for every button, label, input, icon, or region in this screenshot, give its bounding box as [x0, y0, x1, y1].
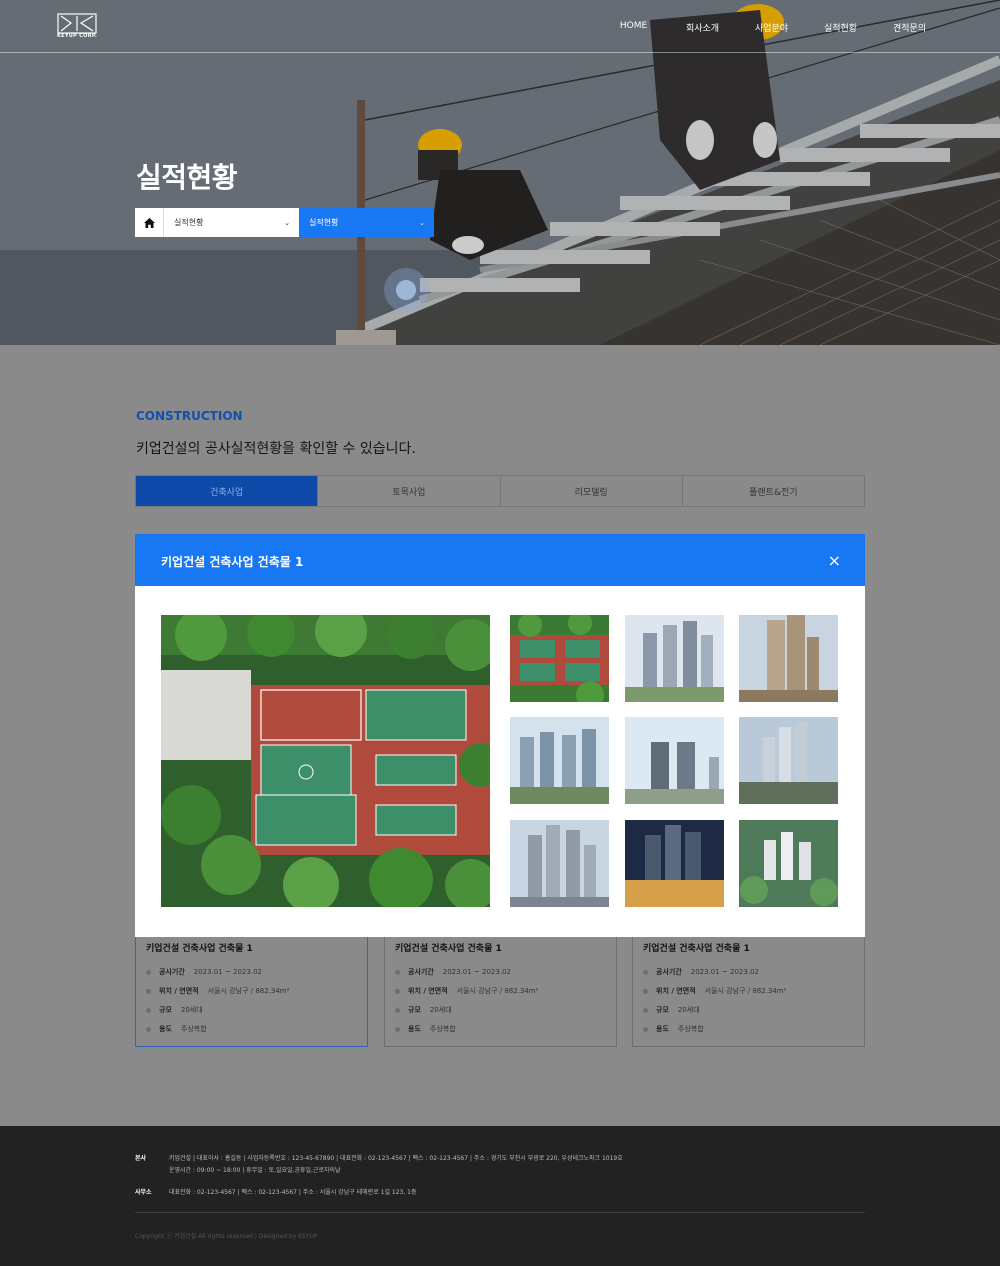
card-row-value: 20세대 [180, 1006, 203, 1014]
card-row: 위치 / 연면적 서울시 강남구 / 882.34m² [643, 986, 786, 996]
section-description: 키업건설의 공사실적현황을 확인할 수 있습니다. [136, 441, 416, 457]
card-row-value: 20세대 [677, 1006, 700, 1014]
card-row-key: 용도 [408, 1025, 421, 1033]
card-row-key: 규모 [159, 1006, 172, 1014]
breadcrumb: 실적현황 ⌄ 실적현황 ⌄ [135, 208, 434, 237]
tab-plant-electric[interactable]: 플랜트&전기 [683, 476, 864, 506]
home-icon [143, 217, 155, 228]
bullet-icon [146, 1007, 151, 1013]
card-row-value: 서울시 강남구 / 882.34m² [704, 987, 787, 995]
bullet-icon [395, 988, 400, 994]
bullet-icon [395, 1026, 400, 1032]
section-label: CONSTRUCTION [136, 409, 243, 423]
home-button[interactable] [135, 208, 164, 237]
breadcrumb-select-2-label: 실적현황 [309, 218, 339, 227]
close-icon[interactable]: × [828, 551, 841, 570]
gallery-thumbnail[interactable] [625, 820, 724, 907]
bullet-icon [643, 1007, 648, 1013]
card-row-key: 용도 [159, 1025, 172, 1033]
gallery-thumbnail[interactable] [510, 717, 609, 804]
nav-business[interactable]: 사업분야 [737, 21, 806, 34]
project-card-title: 키업건설 건축사업 건축물 1 [395, 944, 502, 954]
gallery-thumbnail[interactable] [739, 717, 838, 804]
bullet-icon [146, 988, 151, 994]
gallery-thumbnail[interactable] [625, 615, 724, 702]
footer-office-info: 대표전화 : 02-123-4567 | 팩스 : 02-123-4567 | … [169, 1189, 417, 1196]
card-row-value: 주상복합 [677, 1025, 704, 1033]
card-row: 규모 20세대 [643, 1005, 700, 1015]
bullet-icon [395, 969, 400, 975]
card-row: 규모 20세대 [395, 1005, 452, 1015]
card-row: 위치 / 연면적 서울시 강남구 / 882.34m² [146, 986, 289, 996]
modal-header: 키업건설 건축사업 건축물 1 × [135, 534, 865, 586]
card-row: 규모 20세대 [146, 1005, 203, 1015]
card-row: 공사기간 2023.01 ~ 2023.02 [643, 967, 759, 977]
card-row: 용도 주상복합 [146, 1024, 207, 1034]
breadcrumb-select-1[interactable]: 실적현황 ⌄ [164, 208, 299, 237]
bullet-icon [395, 1007, 400, 1013]
card-row-value: 서울시 강남구 / 882.34m² [456, 987, 539, 995]
gallery-thumbnail[interactable] [739, 615, 838, 702]
card-row-value: 주상복합 [180, 1025, 207, 1033]
project-card-title: 키업건설 건축사업 건축물 1 [146, 944, 253, 954]
gallery-thumbnail[interactable] [510, 820, 609, 907]
card-row-key: 위치 / 연면적 [408, 987, 448, 995]
main-project-photo [161, 615, 490, 907]
nav-estimate[interactable]: 견적문의 [875, 21, 944, 34]
category-tabs: 건축사업 토목사업 리모델링 플랜트&전기 [135, 475, 865, 507]
gallery-thumbnail[interactable] [510, 615, 609, 702]
card-row: 위치 / 연면적 서울시 강남구 / 882.34m² [395, 986, 538, 996]
card-row-value: 서울시 강남구 / 882.34m² [207, 987, 290, 995]
card-row-key: 공사기간 [159, 968, 185, 976]
main-nav: HOME 회사소개 사업분야 실적현황 견적문의 [599, 21, 944, 34]
card-row-key: 공사기간 [408, 968, 434, 976]
chevron-down-icon: ⌄ [419, 218, 425, 227]
nav-performance[interactable]: 실적현황 [806, 21, 875, 34]
footer-hq-hours: 운영시간 : 09:00 ~ 18:00 | 휴무일 : 토,일요일,공휴일,근… [169, 1167, 341, 1174]
card-row-key: 규모 [656, 1006, 669, 1014]
site-footer: 본사 키업건설 | 대표이사 : 홍길동 | 사업자등록번호 : 123-45-… [0, 1126, 1000, 1266]
breadcrumb-select-1-label: 실적현황 [174, 218, 204, 227]
gallery-thumbnail[interactable] [739, 820, 838, 907]
footer-copyright: Copyright ⓒ 키업건설 All rights reserved | D… [135, 1233, 318, 1240]
card-row-value: 주상복합 [429, 1025, 456, 1033]
card-row-key: 위치 / 연면적 [159, 987, 199, 995]
bullet-icon [643, 969, 648, 975]
card-row-key: 규모 [408, 1006, 421, 1014]
footer-hq-info: 키업건설 | 대표이사 : 홍길동 | 사업자등록번호 : 123-45-678… [169, 1155, 623, 1162]
nav-company[interactable]: 회사소개 [668, 21, 737, 34]
bullet-icon [643, 1026, 648, 1032]
card-row-key: 용도 [656, 1025, 669, 1033]
card-row: 공사기간 2023.01 ~ 2023.02 [395, 967, 511, 977]
page-title: 실적현황 [136, 161, 238, 194]
card-row: 용도 주상복합 [395, 1024, 456, 1034]
bullet-icon [146, 1026, 151, 1032]
card-row-value: 2023.01 ~ 2023.02 [690, 968, 759, 976]
card-row-key: 위치 / 연면적 [656, 987, 696, 995]
tab-architecture[interactable]: 건축사업 [136, 476, 319, 506]
logo-text: KEYUP CORP. [57, 33, 98, 39]
tab-civil[interactable]: 토목사업 [318, 476, 501, 506]
card-row-key: 공사기간 [656, 968, 682, 976]
card-row: 공사기간 2023.01 ~ 2023.02 [146, 967, 262, 977]
site-header: KEYUP CORP. HOME 회사소개 사업분야 실적현황 견적문의 [0, 0, 1000, 53]
gallery-thumbnail[interactable] [625, 717, 724, 804]
footer-divider [135, 1212, 865, 1213]
hero-banner: KEYUP CORP. HOME 회사소개 사업분야 실적현황 견적문의 실적현… [0, 0, 1000, 345]
footer-office-label: 사무소 [135, 1189, 152, 1196]
card-row-value: 2023.01 ~ 2023.02 [442, 968, 511, 976]
breadcrumb-select-2[interactable]: 실적현황 ⌄ [299, 208, 434, 237]
card-row-value: 20세대 [429, 1006, 452, 1014]
chevron-down-icon: ⌄ [284, 218, 290, 227]
bullet-icon [643, 988, 648, 994]
card-row: 용도 주상복합 [643, 1024, 704, 1034]
modal-title: 키업건설 건축사업 건축물 1 [161, 555, 304, 569]
card-row-value: 2023.01 ~ 2023.02 [193, 968, 262, 976]
bullet-icon [146, 969, 151, 975]
project-gallery-modal: 키업건설 건축사업 건축물 1 × [135, 534, 865, 937]
project-card-title: 키업건설 건축사업 건축물 1 [643, 944, 750, 954]
nav-home[interactable]: HOME [599, 21, 668, 34]
footer-hq-label: 본사 [135, 1155, 147, 1162]
tab-remodeling[interactable]: 리모델링 [501, 476, 683, 506]
